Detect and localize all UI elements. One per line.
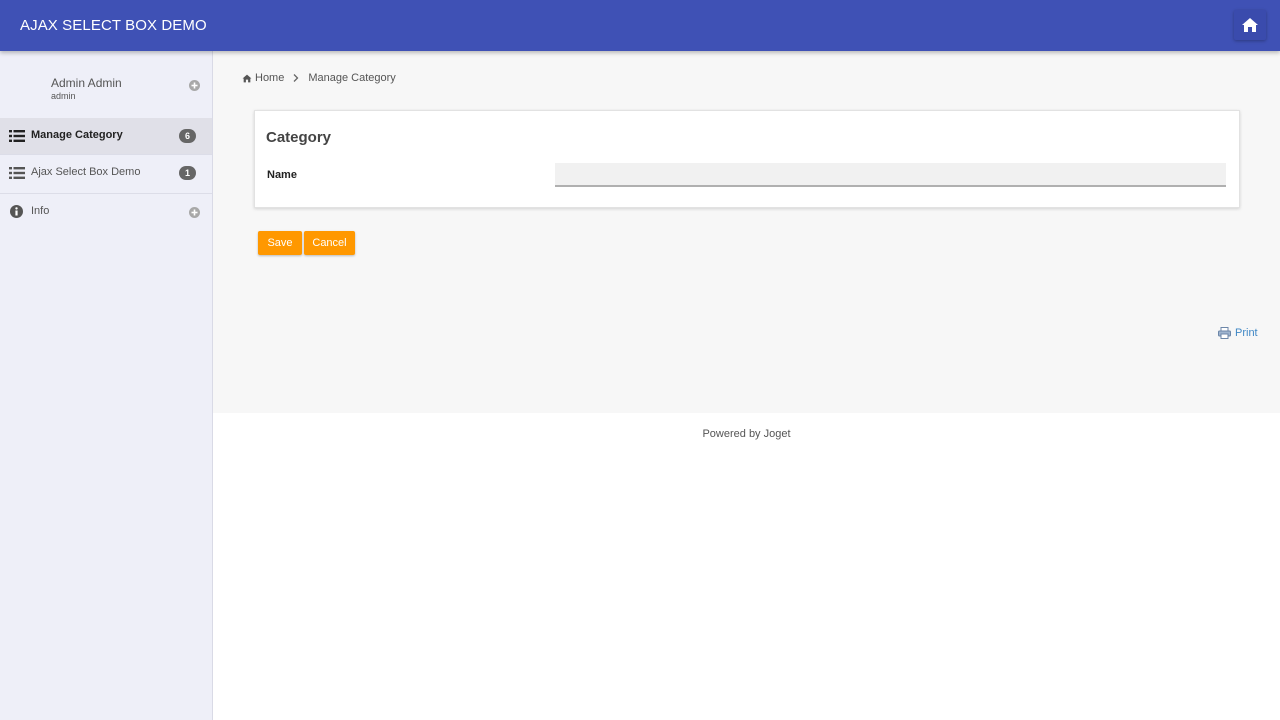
- user-name: Admin Admin: [51, 76, 122, 90]
- print-label: Print: [1235, 327, 1258, 339]
- footer-text: Powered by Joget: [702, 428, 791, 440]
- cancel-button[interactable]: Cancel: [304, 231, 355, 255]
- category-form-panel: Category Name: [254, 110, 1240, 208]
- form-title: Category: [266, 129, 332, 146]
- sidebar-item-label: Info: [31, 205, 50, 217]
- sidebar-item-manage-category[interactable]: Manage Category 6: [0, 118, 212, 154]
- breadcrumb-home[interactable]: Home: [242, 72, 284, 84]
- top-navbar: AJAX SELECT BOX DEMO: [0, 0, 1280, 51]
- expand-icon[interactable]: [189, 207, 200, 218]
- home-button[interactable]: [1234, 10, 1266, 40]
- print-icon: [1218, 327, 1231, 339]
- name-input[interactable]: [555, 163, 1226, 187]
- sidebar-item-label: Ajax Select Box Demo: [31, 166, 141, 178]
- print-link[interactable]: Print: [1218, 327, 1258, 339]
- sidebar: Admin Admin admin Manage Category 6 Ajax…: [0, 51, 213, 720]
- home-icon: [242, 74, 252, 82]
- breadcrumb-current: Manage Category: [308, 72, 396, 84]
- app-title: AJAX SELECT BOX DEMO: [20, 17, 207, 34]
- main-content: Home Manage Category Category Name Save …: [213, 51, 1280, 413]
- breadcrumb-home-label: Home: [255, 72, 285, 84]
- sidebar-item-ajax-select-box-demo[interactable]: Ajax Select Box Demo 1: [0, 155, 212, 191]
- sidebar-item-label: Manage Category: [31, 129, 123, 141]
- user-login: admin: [51, 91, 76, 101]
- info-icon: [10, 205, 23, 218]
- list-icon: [9, 130, 25, 142]
- expand-user-icon[interactable]: [189, 80, 200, 91]
- breadcrumb: Home Manage Category: [242, 72, 396, 84]
- count-badge: 1: [179, 166, 196, 180]
- sidebar-item-info[interactable]: Info: [0, 194, 212, 230]
- save-button[interactable]: Save: [258, 231, 302, 255]
- home-icon: [1242, 18, 1258, 32]
- user-profile: Admin Admin admin: [0, 51, 212, 118]
- chevron-right-icon: [293, 74, 299, 82]
- name-label: Name: [267, 169, 297, 181]
- count-badge: 6: [179, 129, 196, 143]
- list-icon: [9, 167, 25, 179]
